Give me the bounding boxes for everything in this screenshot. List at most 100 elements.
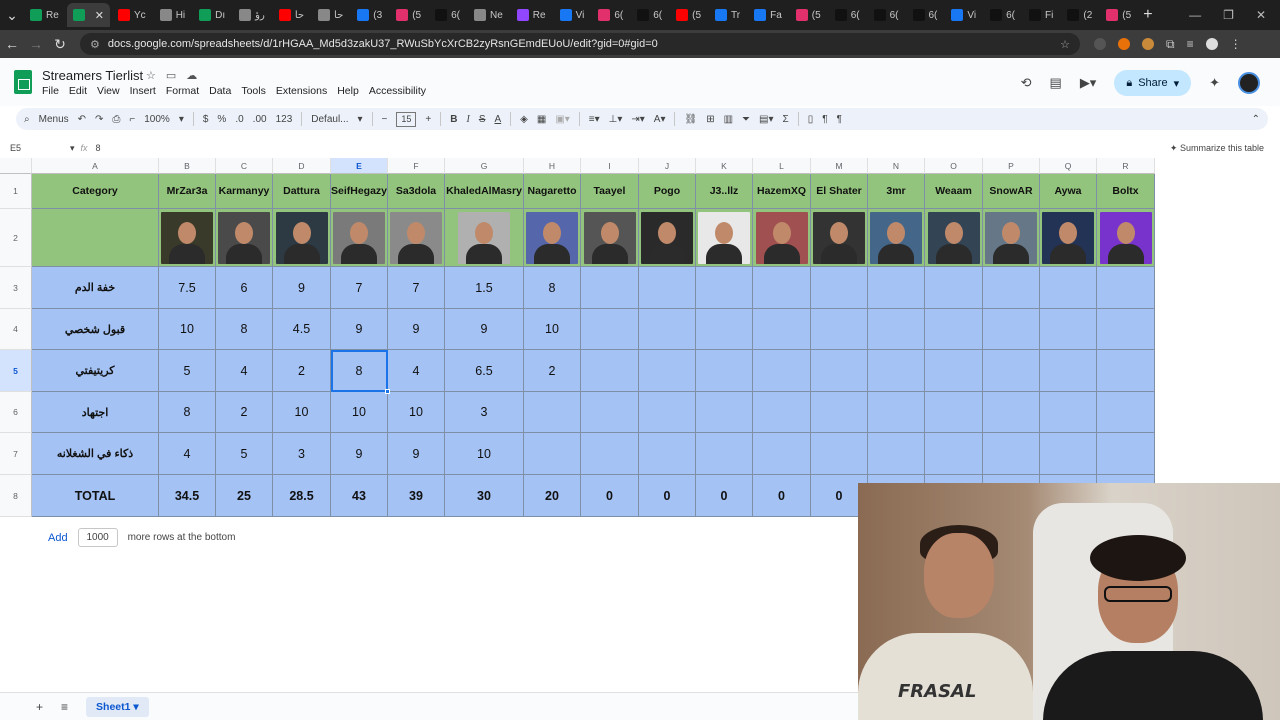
column-header[interactable]: G [445, 158, 524, 174]
sheets-logo-icon[interactable] [14, 70, 32, 94]
streamer-name-cell[interactable]: Weaam [925, 174, 983, 209]
bold-button[interactable]: B [450, 114, 457, 125]
browser-tab[interactable]: (5 [670, 3, 707, 27]
row-header[interactable]: 8 [0, 475, 32, 517]
menu-item[interactable]: Format [166, 85, 199, 97]
streamer-photo-cell[interactable] [696, 209, 753, 267]
undo-icon[interactable]: ↶ [78, 114, 86, 125]
bookmark-star-icon[interactable]: ☆ [1060, 38, 1070, 51]
insert-comment-icon[interactable]: ⊞ [706, 114, 714, 125]
column-header[interactable]: A [32, 158, 159, 174]
menu-item[interactable]: File [42, 85, 59, 97]
category-label-cell[interactable]: قبول شخصي [32, 309, 159, 350]
menu-item[interactable]: Edit [69, 85, 87, 97]
score-cell[interactable] [1097, 350, 1155, 392]
extension-icon[interactable] [1118, 38, 1130, 50]
score-cell[interactable] [925, 309, 983, 350]
score-cell[interactable] [1040, 267, 1097, 309]
move-folder-icon[interactable]: ▭ [166, 69, 176, 82]
streamer-photo-cell[interactable] [581, 209, 639, 267]
media-icon[interactable]: ≡ [1187, 37, 1194, 51]
category-label-cell[interactable]: اجتهاد [32, 392, 159, 433]
redo-icon[interactable]: ↷ [95, 114, 103, 125]
gemini-icon[interactable]: ✦ [1209, 75, 1220, 91]
streamer-photo-cell[interactable] [216, 209, 273, 267]
category-label-cell[interactable]: خفة الدم [32, 267, 159, 309]
column-header[interactable]: P [983, 158, 1040, 174]
score-cell[interactable]: 10 [159, 309, 216, 350]
score-cell[interactable]: 9 [273, 267, 331, 309]
font-size-field[interactable]: 15 [396, 111, 417, 127]
score-cell[interactable]: 8 [524, 267, 581, 309]
browser-tab[interactable]: Vi [554, 3, 591, 27]
filter-icon[interactable]: ⏷ [742, 114, 750, 125]
total-value-cell[interactable]: 0 [581, 475, 639, 517]
profile-icon[interactable] [1205, 38, 1218, 50]
browser-tab[interactable]: ✕ [66, 3, 111, 27]
menu-item[interactable]: Accessibility [369, 85, 426, 97]
text-color-icon[interactable]: A [494, 114, 501, 125]
score-cell[interactable]: 4.5 [273, 309, 331, 350]
streamer-name-cell[interactable]: Nagaretto [524, 174, 581, 209]
input-tools-icon[interactable]: ▯ [808, 114, 814, 125]
insert-link-icon[interactable]: ⛓ [684, 114, 697, 125]
score-cell[interactable]: 8 [331, 350, 388, 392]
reload-icon[interactable]: ↻ [48, 36, 72, 53]
streamer-photo-cell[interactable] [1097, 209, 1155, 267]
score-cell[interactable] [1097, 433, 1155, 475]
score-cell[interactable] [753, 392, 811, 433]
streamer-name-cell[interactable]: Boltx [1097, 174, 1155, 209]
browser-tab[interactable]: 6( [829, 3, 866, 27]
score-cell[interactable] [868, 392, 925, 433]
total-value-cell[interactable]: 25 [216, 475, 273, 517]
column-header[interactable]: J [639, 158, 696, 174]
score-cell[interactable] [811, 267, 868, 309]
new-tab-button[interactable]: + [1143, 6, 1152, 24]
streamer-name-cell[interactable]: 3mr [868, 174, 925, 209]
menu-item[interactable]: Insert [130, 85, 156, 97]
browser-tab[interactable]: Fi [1023, 3, 1059, 27]
chevron-down-icon[interactable]: ▾ [1174, 77, 1180, 90]
score-cell[interactable] [983, 392, 1040, 433]
streamer-name-cell[interactable]: MrZar3a [159, 174, 216, 209]
score-cell[interactable] [753, 350, 811, 392]
total-value-cell[interactable]: 0 [696, 475, 753, 517]
add-sheet-icon[interactable]: + [36, 700, 43, 714]
score-cell[interactable] [1040, 309, 1097, 350]
streamer-name-cell[interactable]: Sa3dola [388, 174, 445, 209]
score-cell[interactable] [753, 267, 811, 309]
score-cell[interactable] [925, 267, 983, 309]
score-cell[interactable] [811, 309, 868, 350]
column-header[interactable]: F [388, 158, 445, 174]
streamer-name-cell[interactable]: J3..llz [696, 174, 753, 209]
zoom-select[interactable]: 100% [144, 114, 170, 125]
score-cell[interactable] [639, 350, 696, 392]
summarize-button[interactable]: ✦ Summarize this table [1170, 143, 1264, 154]
score-cell[interactable]: 9 [388, 433, 445, 475]
total-value-cell[interactable]: 34.5 [159, 475, 216, 517]
score-cell[interactable] [1097, 392, 1155, 433]
streamer-name-cell[interactable]: SnowAR [983, 174, 1040, 209]
vertical-align-icon[interactable]: ⊥▾ [609, 114, 623, 125]
score-cell[interactable] [524, 392, 581, 433]
total-value-cell[interactable]: 0 [639, 475, 696, 517]
column-header[interactable]: M [811, 158, 868, 174]
score-cell[interactable] [983, 433, 1040, 475]
score-cell[interactable]: 3 [273, 433, 331, 475]
browser-tab[interactable]: (5 [1100, 3, 1137, 27]
column-header[interactable]: R [1097, 158, 1155, 174]
score-cell[interactable] [925, 392, 983, 433]
menu-item[interactable]: Data [209, 85, 231, 97]
currency-format-button[interactable]: $ [203, 114, 209, 125]
decrease-font-size-icon[interactable]: − [382, 114, 388, 125]
browser-tab[interactable]: رؤ [233, 3, 271, 27]
streamer-name-cell[interactable]: Pogo [639, 174, 696, 209]
print-icon[interactable]: ⎙ [112, 114, 120, 125]
rows-count-input[interactable]: 1000 [77, 528, 118, 547]
score-cell[interactable] [696, 350, 753, 392]
streamer-name-cell[interactable]: HazemXQ [753, 174, 811, 209]
score-cell[interactable] [639, 433, 696, 475]
total-value-cell[interactable]: 43 [331, 475, 388, 517]
streamer-name-cell[interactable]: El Shater [811, 174, 868, 209]
streamer-photo-cell[interactable] [983, 209, 1040, 267]
